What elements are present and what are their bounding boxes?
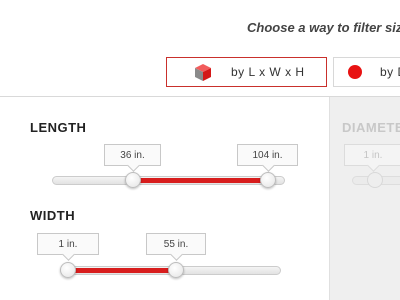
length-min-handle[interactable] xyxy=(125,172,141,188)
length-max-handle[interactable] xyxy=(260,172,276,188)
tab-diameter-label: by D xyxy=(380,65,400,79)
size-filter-widget: Choose a way to filter size by L x W x H… xyxy=(0,0,400,300)
diameter-min-handle[interactable] xyxy=(367,172,383,188)
diameter-min-tooltip: 1 in. xyxy=(344,144,400,166)
filter-title: Choose a way to filter size xyxy=(247,20,400,35)
red-circle-icon xyxy=(348,65,362,79)
width-max-tooltip: 55 in. xyxy=(146,233,206,255)
tab-diameter[interactable]: by D xyxy=(333,57,400,87)
lwh-filter-panel: LENGTH 36 in. 104 in. WIDTH 1 in. 55 in. xyxy=(0,97,329,300)
tab-lwh-label: by L x W x H xyxy=(231,65,305,79)
length-min-tooltip: 36 in. xyxy=(104,144,161,166)
length-slider-range xyxy=(133,178,269,183)
width-min-tooltip: 1 in. xyxy=(37,233,99,255)
diameter-label: DIAMETE xyxy=(342,120,400,135)
diameter-filter-panel: DIAMETE 1 in. xyxy=(329,97,400,300)
width-min-handle[interactable] xyxy=(60,262,76,278)
tab-lwh[interactable]: by L x W x H xyxy=(166,57,327,87)
width-label: WIDTH xyxy=(30,208,76,223)
width-slider-range xyxy=(68,268,176,273)
cube-icon xyxy=(195,63,211,81)
length-label: LENGTH xyxy=(30,120,87,135)
width-max-handle[interactable] xyxy=(168,262,184,278)
length-max-tooltip: 104 in. xyxy=(237,144,298,166)
